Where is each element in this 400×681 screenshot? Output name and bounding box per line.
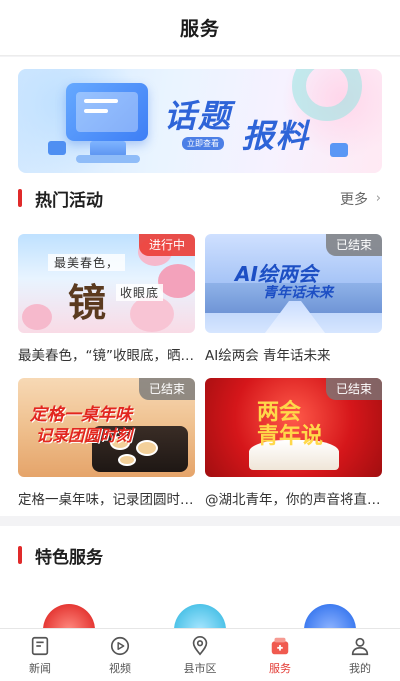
tab-news[interactable]: 新闻 xyxy=(0,629,80,681)
activity-caption: 最美春色，“镜”收眼底，晒… xyxy=(18,348,194,364)
activity-card[interactable]: 两会 青年说 已结束 @湖北青年，你的声音将直… xyxy=(205,378,382,508)
monitor-illustration xyxy=(66,83,148,141)
activity-caption: 定格一桌年味，记录团圆时… xyxy=(18,492,194,508)
service-icon[interactable] xyxy=(43,604,95,628)
news-icon xyxy=(31,636,49,655)
activity-card[interactable]: 定格一桌年味 记录团圆时刻 已结束 定格一桌年味，记录团圆时… xyxy=(18,378,195,508)
hot-activities-header: 热门活动 更多 › xyxy=(0,183,400,213)
tab-county[interactable]: 县市区 xyxy=(160,629,240,681)
more-link[interactable]: 更多 xyxy=(340,189,368,209)
section-marker xyxy=(18,546,22,564)
activity-thumbnail: 两会 青年说 已结束 xyxy=(205,378,382,477)
section-title: 热门活动 xyxy=(35,191,103,211)
main-section: 话题 报料 立即查看 热门活动 更多 › 最美春色， 镜 收眼底 进行中 最美春… xyxy=(0,57,400,516)
location-icon xyxy=(192,635,208,656)
featured-services-header: 特色服务 xyxy=(0,540,400,570)
chat-bubble-icon xyxy=(48,141,66,155)
status-badge: 进行中 xyxy=(138,234,195,256)
activity-caption: @湖北青年，你的声音将直… xyxy=(205,492,381,508)
service-icon[interactable] xyxy=(304,604,356,628)
tab-profile[interactable]: 我的 xyxy=(320,629,400,681)
banner-title-2: 报料 xyxy=(242,117,311,155)
status-badge: 已结束 xyxy=(325,234,382,256)
tab-service[interactable]: 服务 xyxy=(240,629,320,681)
top-bar: 服务 xyxy=(0,0,400,56)
topic-report-banner[interactable]: 话题 报料 立即查看 xyxy=(18,69,382,173)
featured-services-section: 特色服务 xyxy=(0,526,400,628)
section-marker xyxy=(18,189,22,207)
status-badge: 已结束 xyxy=(325,378,382,400)
activity-thumbnail: AI绘两会 青年话未来 已结束 xyxy=(205,234,382,333)
activity-card[interactable]: AI绘两会 青年话未来 已结束 AI绘两会 青年话未来 xyxy=(205,234,382,364)
service-icon[interactable] xyxy=(174,604,226,628)
section-title: 特色服务 xyxy=(35,548,103,568)
banner-subtitle: 立即查看 xyxy=(182,137,224,150)
bottom-tab-bar: 新闻 视频 县市区 服务 我的 xyxy=(0,628,400,681)
status-badge: 已结束 xyxy=(138,378,195,400)
profile-icon xyxy=(351,637,369,655)
video-icon xyxy=(110,636,130,655)
activity-caption: AI绘两会 青年话未来 xyxy=(205,348,331,364)
service-icon xyxy=(271,637,289,654)
tab-video[interactable]: 视频 xyxy=(80,629,160,681)
chat-bubble-icon xyxy=(330,143,348,157)
activity-thumbnail: 最美春色， 镜 收眼底 进行中 xyxy=(18,234,195,333)
chevron-right-icon[interactable]: › xyxy=(376,191,381,206)
page-title: 服务 xyxy=(179,18,220,40)
activity-thumbnail: 定格一桌年味 记录团圆时刻 已结束 xyxy=(18,378,195,477)
banner-title-1: 话题 xyxy=(164,97,233,135)
activity-card[interactable]: 最美春色， 镜 收眼底 进行中 最美春色，“镜”收眼底，晒… xyxy=(18,234,195,364)
